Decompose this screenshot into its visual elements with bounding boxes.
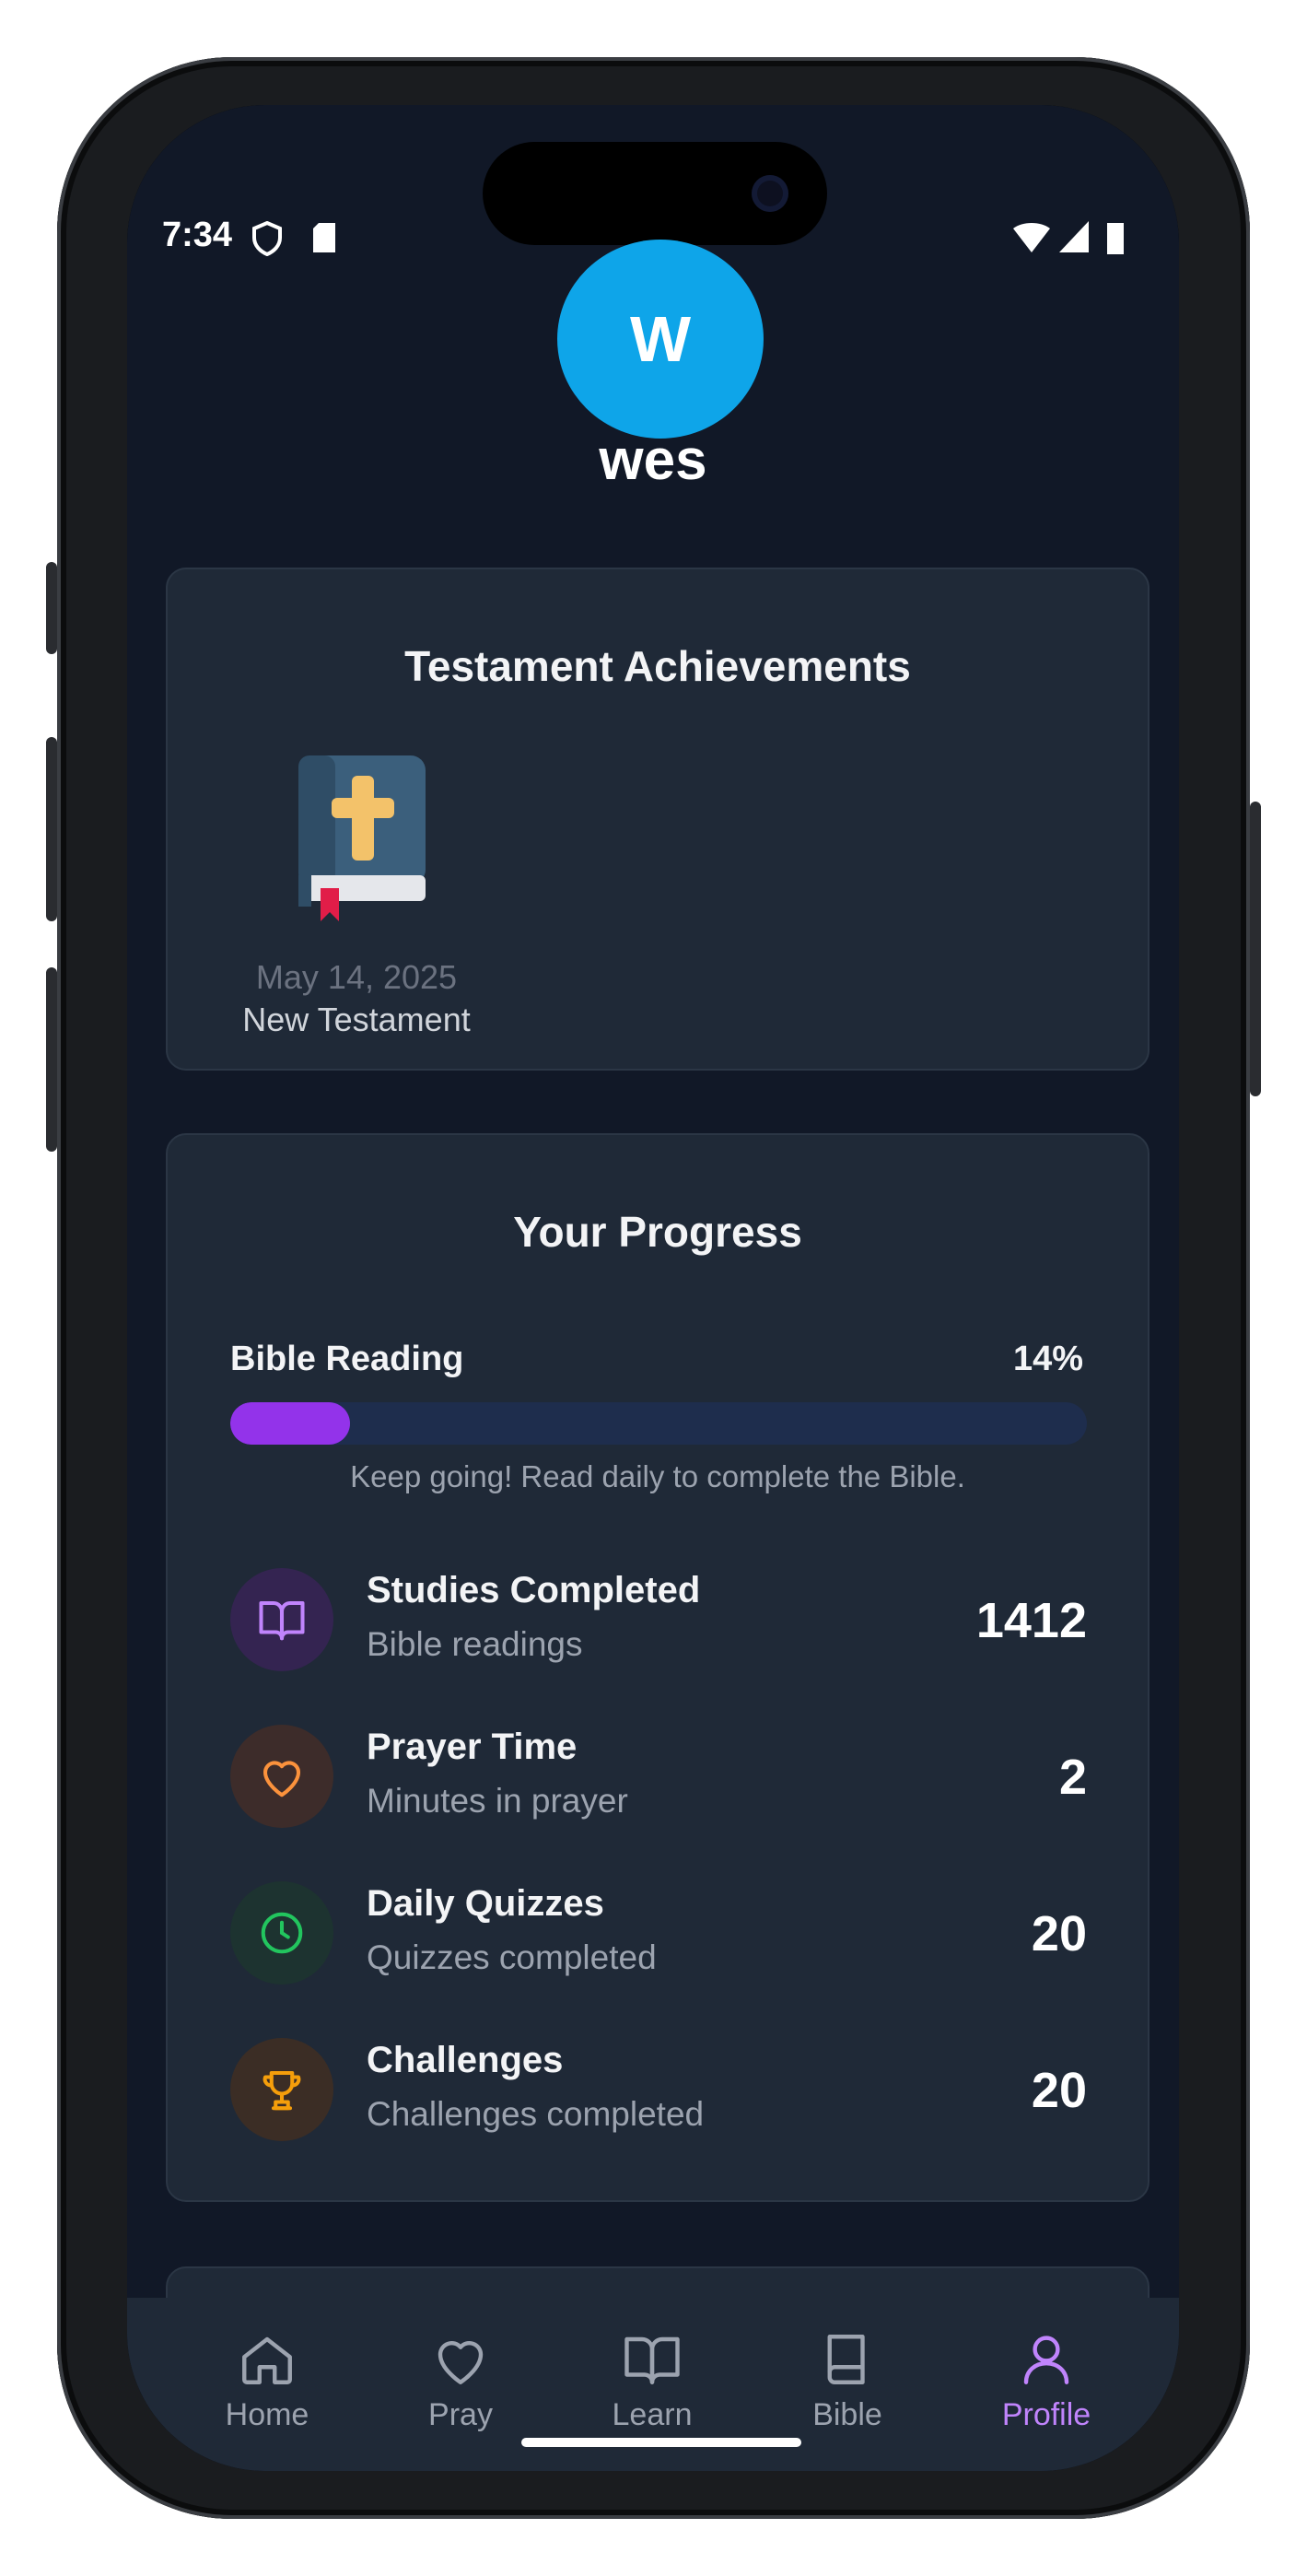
bible-reading-progress-bar [230,1402,1087,1445]
achievements-title: Testament Achievements [404,642,911,690]
nav-home[interactable]: Home [175,2298,359,2471]
dynamic-island [483,142,827,245]
nav-label: Home [225,2397,309,2432]
book-open-icon [624,2336,680,2384]
battery-icon [1107,223,1124,254]
stat-subtitle: Bible readings [367,1625,583,1663]
stat-title: Challenges [367,2040,564,2080]
bottom-nav: Home Pray Learn Bible Profile [127,2298,1179,2471]
clock-icon [261,1912,303,1954]
stat-row-studies[interactable]: Studies Completed Bible readings 1412 [230,1561,1087,1680]
stat-value: 20 [1031,2063,1087,2118]
user-icon [1023,2336,1069,2384]
prayer-icon-circle [230,1725,333,1828]
bible-reading-percent: 14% [1012,1340,1083,1378]
bible-cross-icon [298,755,426,921]
nav-label: Learn [612,2397,693,2432]
shield-icon [252,221,282,256]
nav-profile[interactable]: Profile [954,2298,1138,2471]
heart-icon [263,1761,301,1797]
nav-label: Bible [812,2397,882,2432]
sd-card-icon [313,223,335,252]
stat-value: 2 [1058,1750,1087,1805]
achievement-date: May 14, 2025 [255,958,458,996]
home-icon [242,2336,292,2384]
username: wes [599,428,707,492]
stat-title: Studies Completed [367,1570,701,1610]
volume-up-button [46,737,57,921]
phone-screen: 7:34 W wes Testament Achievements May 14… [127,105,1179,2471]
progress-card: Your Progress Bible Reading 14% Keep goi… [166,1133,1149,2202]
progress-fill [230,1402,351,1445]
stat-subtitle: Quizzes completed [367,1938,657,1976]
stat-row-challenges[interactable]: Challenges Challenges completed 20 [230,2031,1087,2150]
status-time: 7:34 [162,216,233,254]
book-open-icon [259,1600,305,1641]
stat-row-quizzes[interactable]: Daily Quizzes Quizzes completed 20 [230,1874,1087,1994]
progress-title: Your Progress [513,1208,802,1256]
stat-subtitle: Minutes in prayer [367,1782,628,1820]
stat-title: Prayer Time [367,1727,578,1767]
heart-icon [438,2341,484,2384]
stat-subtitle: Challenges completed [367,2095,705,2133]
achievements-card: Testament Achievements May 14, 2025 New … [166,568,1149,1071]
stat-value: 1412 [975,1593,1087,1648]
avatar[interactable]: W [557,240,764,439]
stat-title: Daily Quizzes [367,1883,604,1924]
profile-screen: 7:34 W wes Testament Achievements May 14… [127,105,1179,2471]
studies-icon-circle [230,1568,333,1671]
power-button [1250,802,1261,1096]
trophy-icon [263,2070,301,2111]
bible-reading-label: Bible Reading [230,1340,464,1378]
achievement-label: New Testament [242,1001,471,1038]
achievement-item[interactable]: May 14, 2025 New Testament [232,750,471,1054]
bible-reading-message: Keep going! Read daily to complete the B… [350,1459,965,1493]
stat-value: 20 [1031,1906,1087,1961]
front-camera [752,175,788,212]
signal-icon [1059,221,1089,252]
nav-label: Profile [1001,2397,1091,2432]
home-indicator[interactable] [521,2438,801,2447]
challenges-icon-circle [230,2038,333,2141]
nav-label: Pray [428,2397,493,2432]
volume-down-button [46,967,57,1152]
book-icon [827,2335,865,2384]
action-button [46,562,57,654]
wifi-icon [1013,223,1050,252]
stat-row-prayer[interactable]: Prayer Time Minutes in prayer 2 [230,1717,1087,1837]
quizzes-icon-circle [230,1881,333,1985]
